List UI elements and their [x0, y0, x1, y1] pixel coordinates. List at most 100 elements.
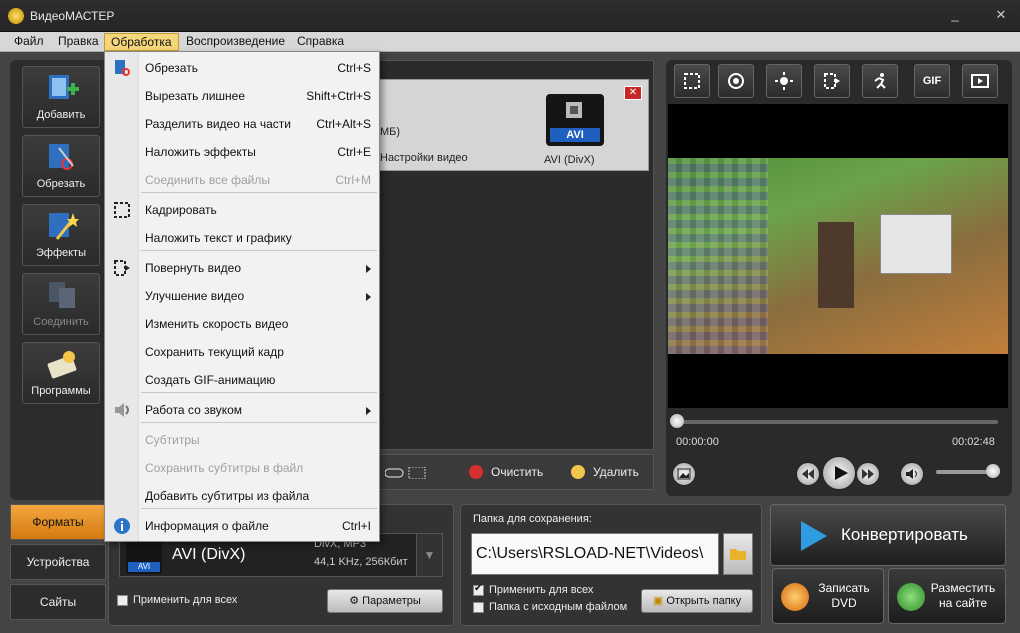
menu-item-label: Сохранить субтитры в файл [145, 461, 304, 475]
menu-item-10[interactable]: Изменить скорость видео [105, 310, 379, 338]
menu-item-5[interactable]: Соединить все файлы Ctrl+M [105, 166, 379, 194]
delete-button[interactable]: Удалить [593, 465, 639, 479]
menu-item-13[interactable]: Работа со звуком [105, 396, 379, 424]
watermark-tool-button[interactable] [718, 64, 754, 98]
speed-tool-button[interactable] [862, 64, 898, 98]
close-button[interactable]: ✕ [990, 6, 1012, 24]
snapshot-tool-button[interactable] [962, 64, 998, 98]
menu-item-6[interactable]: Кадрировать [105, 196, 379, 224]
menu-playback[interactable]: Воспроизведение [180, 33, 291, 51]
menu-item-label: Улучшение видео [145, 289, 245, 303]
sidebar-programs-button[interactable]: Программы [22, 342, 100, 404]
menu-separator [141, 192, 377, 193]
join-icon [49, 282, 75, 308]
video-frame-character [818, 222, 854, 308]
menu-item-label: Кадрировать [145, 203, 217, 217]
menu-item-11[interactable]: Сохранить текущий кадр [105, 338, 379, 366]
output-path-field[interactable]: C:\Users\RSLOAD-NET\Videos\ [471, 533, 719, 575]
tab-formats[interactable]: Форматы [10, 504, 106, 540]
source-folder-checkbox[interactable] [473, 602, 484, 613]
app-logo-icon [8, 8, 24, 24]
menu-item-1[interactable]: Обрезать Ctrl+S [105, 54, 379, 82]
rotate-tool-button[interactable] [814, 64, 850, 98]
open-folder-button[interactable]: ▣ Открыть папку [641, 589, 753, 613]
cut-icon [113, 59, 131, 77]
cut-icon [49, 144, 74, 170]
parameters-button[interactable]: ⚙ Параметры [327, 589, 443, 613]
gif-tool-button[interactable]: GIF [914, 64, 950, 98]
menu-item-2[interactable]: Вырезать лишнее Shift+Ctrl+S [105, 82, 379, 110]
view-toggle-icon[interactable] [385, 467, 429, 479]
file-size-text: МБ) [380, 126, 401, 138]
next-frame-button[interactable] [856, 462, 880, 486]
menu-help[interactable]: Справка [291, 33, 350, 51]
menu-item-label: Вырезать лишнее [145, 89, 246, 103]
seek-handle[interactable] [670, 414, 684, 428]
apply-all-folder-checkbox[interactable] [473, 583, 484, 596]
output-format-thumbnail: AVI [546, 94, 604, 146]
menu-separator [141, 508, 377, 509]
publish-button[interactable]: Разместить на сайте [888, 568, 1006, 624]
submenu-arrow-icon [366, 293, 371, 301]
tab-sites[interactable]: Сайты [10, 584, 106, 620]
video-settings-link[interactable]: Настройки видео [380, 152, 468, 164]
minimize-button[interactable]: _ [944, 6, 966, 24]
brightness-tool-button[interactable] [766, 64, 802, 98]
menu-item-shortcut: Ctrl+S [337, 61, 371, 75]
apply-all-format-checkbox[interactable] [117, 595, 128, 606]
time-total: 00:02:48 [952, 436, 995, 448]
image-icon [677, 468, 691, 480]
sidebar-add-button[interactable]: Добавить [22, 66, 100, 128]
open-folder-label: Открыть папку [666, 595, 742, 607]
menu-item-14[interactable]: Субтитры [105, 426, 379, 454]
volume-handle[interactable] [986, 464, 1000, 478]
menu-file[interactable]: Файл [8, 33, 50, 51]
submenu-arrow-icon [366, 407, 371, 415]
sidebar-cut-button[interactable]: Обрезать [22, 135, 100, 197]
gear-icon: ⚙ [349, 595, 363, 607]
menu-item-9[interactable]: Улучшение видео [105, 282, 379, 310]
sidebar-programs-label: Программы [31, 385, 91, 397]
prev-frame-button[interactable] [796, 462, 820, 486]
crop-tool-button[interactable] [674, 64, 710, 98]
category-tabs: Форматы Устройства Сайты [10, 504, 108, 626]
tab-devices[interactable]: Устройства [10, 544, 106, 580]
menu-item-15[interactable]: Сохранить субтитры в файл [105, 454, 379, 482]
menu-item-8[interactable]: Повернуть видео [105, 254, 379, 282]
speaker-icon [906, 469, 917, 479]
sidebar-add-label: Добавить [36, 109, 86, 121]
menu-processing[interactable]: Обработка [104, 33, 179, 51]
play-button[interactable] [822, 456, 856, 490]
menu-item-label: Разделить видео на части [145, 117, 291, 131]
rotate-icon [113, 259, 131, 277]
menu-item-7[interactable]: Наложить текст и графику [105, 224, 379, 252]
menu-item-4[interactable]: Наложить эффекты Ctrl+E [105, 138, 379, 166]
sidebar-effects-button[interactable]: Эффекты [22, 204, 100, 266]
menu-item-label: Субтитры [145, 433, 200, 447]
burn-dvd-button[interactable]: Записать DVD [772, 568, 884, 624]
menu-edit[interactable]: Правка [52, 33, 105, 51]
video-preview[interactable] [668, 104, 1008, 408]
convert-button[interactable]: Конвертировать [770, 504, 1006, 566]
format-select-name: AVI (DivX) [172, 546, 246, 563]
seek-bar[interactable] [676, 420, 998, 424]
info-icon [113, 517, 131, 535]
folder-icon [730, 549, 746, 560]
snapshot-button[interactable] [672, 462, 696, 486]
volume-button[interactable] [900, 462, 924, 486]
chevron-down-icon[interactable]: ▼ [416, 534, 442, 576]
menu-item-12[interactable]: Создать GIF-анимацию [105, 366, 379, 394]
clear-button[interactable]: Очистить [491, 465, 543, 479]
sidebar-join-button[interactable]: Соединить [22, 273, 100, 335]
remove-file-icon[interactable]: ✕ [624, 86, 642, 100]
menu-item-16[interactable]: Добавить субтитры из файла [105, 482, 379, 510]
title-bar: ВидеоМАСТЕР _ ✕ [0, 0, 1020, 32]
browse-folder-button[interactable] [723, 533, 753, 575]
menu-item-17[interactable]: Информация о файле Ctrl+I [105, 512, 379, 540]
delete-icon [571, 465, 585, 479]
globe-icon [897, 583, 925, 611]
open-folder-icon: ▣ [652, 595, 667, 607]
menu-item-label: Информация о файле [145, 519, 269, 533]
menu-item-3[interactable]: Разделить видео на части Ctrl+Alt+S [105, 110, 379, 138]
publish-label: Разместить на сайте [930, 581, 996, 610]
